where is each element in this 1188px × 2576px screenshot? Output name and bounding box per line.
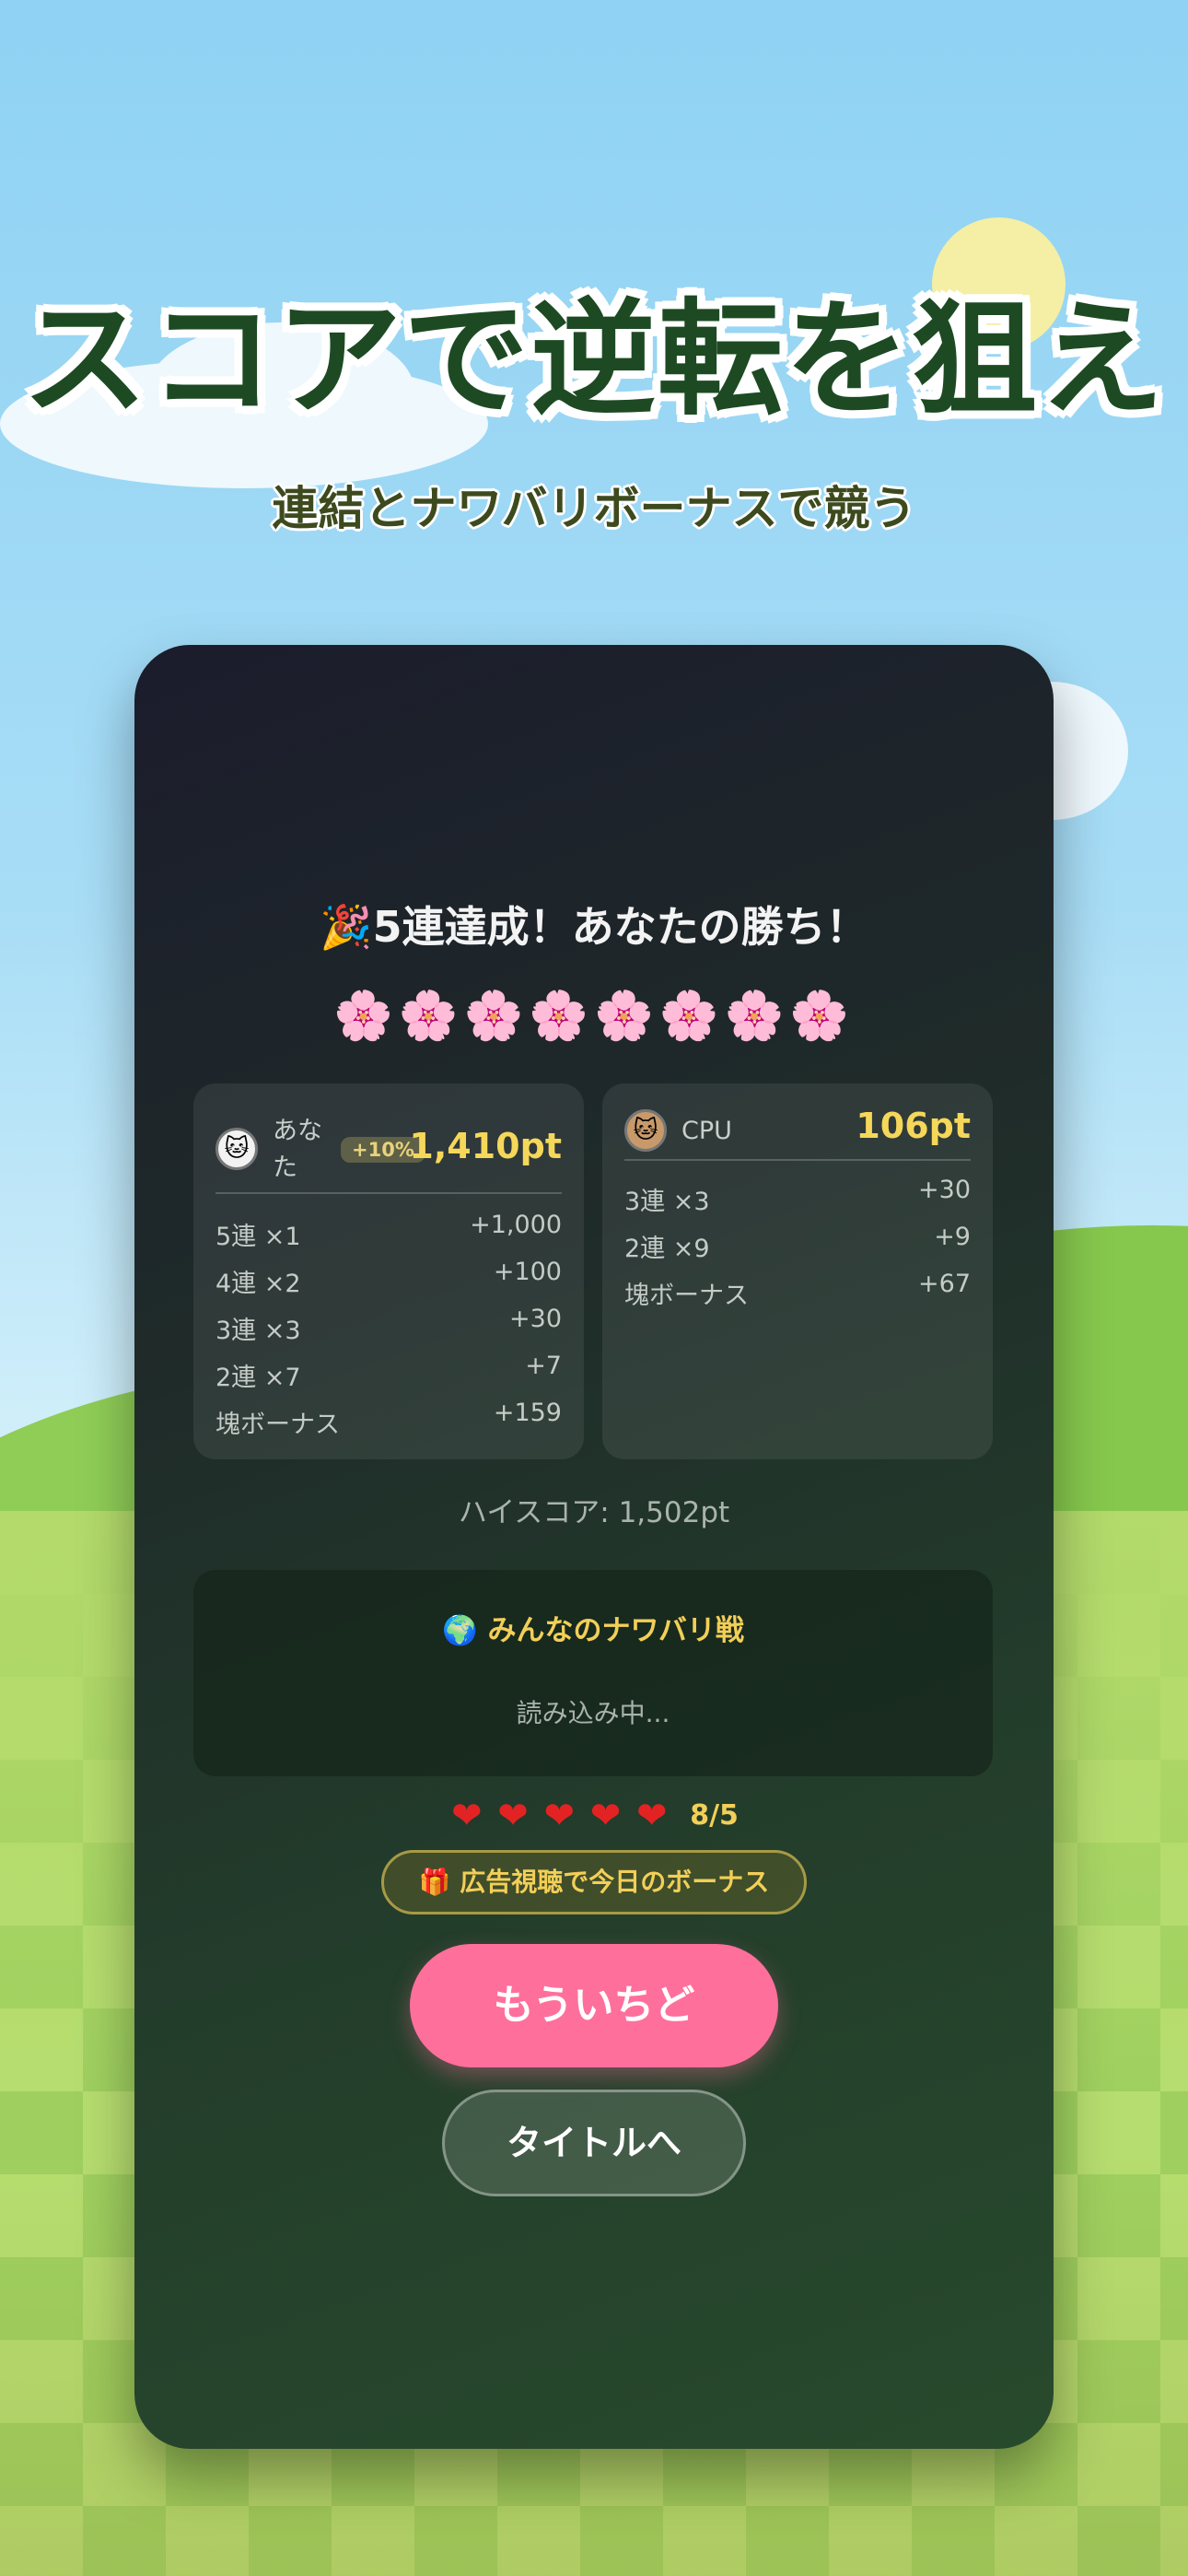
score-row-label: 4連 ×2 — [215, 1270, 301, 1298]
player-score-breakdown: 5連 ×1 +1,000 4連 ×2 +100 3連 ×3 +30 2連 ×7 … — [215, 1211, 562, 1446]
heart-icon: ❤ — [451, 1795, 483, 1837]
score-row-label: 3連 ×3 — [624, 1188, 710, 1216]
score-row-value: +100 — [493, 1258, 562, 1286]
heart-icon: ❤ — [635, 1795, 668, 1837]
heart-icon: ❤ — [589, 1795, 622, 1837]
retry-button[interactable]: もういちど — [410, 1944, 778, 2067]
heart-icon: ❤ — [543, 1795, 576, 1837]
score-row-label: 2連 ×7 — [215, 1364, 301, 1392]
score-row-value: +9 — [934, 1223, 971, 1251]
score-row-label: 塊ボーナス — [215, 1411, 340, 1439]
player-name: あなた — [273, 1117, 322, 1182]
flower-row: 🌸🌸🌸🌸🌸🌸🌸🌸 — [333, 989, 855, 1044]
promo-subheadline: 連結とナワバリボーナスで競う — [272, 482, 916, 535]
score-row: 塊ボーナス +67 — [624, 1270, 971, 1317]
score-row-value: +1,000 — [470, 1211, 562, 1239]
score-row: 4連 ×2 +100 — [215, 1258, 562, 1305]
score-row-value: +30 — [918, 1176, 971, 1204]
score-row-label: 3連 ×3 — [215, 1317, 301, 1345]
cpu-score-breakdown: 3連 ×3 +30 2連 ×9 +9 塊ボーナス +67 — [624, 1176, 971, 1317]
cat-face-icon: 🐱 — [633, 1117, 658, 1144]
player-avatar: 🐱 — [215, 1128, 258, 1170]
score-row-value: +30 — [509, 1305, 562, 1333]
score-row: 2連 ×9 +9 — [624, 1223, 971, 1270]
cat-face-icon: 🐱 — [224, 1135, 250, 1163]
score-row: 3連 ×3 +30 — [624, 1176, 971, 1223]
cpu-avatar: 🐱 — [624, 1109, 667, 1152]
score-row: 3連 ×3 +30 — [215, 1305, 562, 1352]
score-row: 5連 ×1 +1,000 — [215, 1211, 562, 1258]
score-row-value: +7 — [525, 1352, 562, 1380]
cpu-name: CPU — [681, 1117, 732, 1145]
lives-count: 8/5 — [690, 1799, 739, 1832]
score-row: 塊ボーナス +159 — [215, 1399, 562, 1446]
score-row: 2連 ×7 +7 — [215, 1352, 562, 1399]
cpu-total-score: 106pt — [856, 1106, 971, 1146]
score-row-value: +67 — [918, 1270, 971, 1298]
score-row-label: 5連 ×1 — [215, 1223, 301, 1251]
player-card-header: 🐱 あなた +10% 1,410pt — [215, 1104, 562, 1194]
lives-row: ❤ ❤ ❤ ❤ ❤ 8/5 — [134, 1795, 1054, 1837]
ad-bonus-button[interactable]: 🎁 広告視聴で今日のボーナス — [381, 1850, 807, 1914]
promo-headline: スコアで逆転を狙え — [22, 287, 1166, 433]
score-row-label: 塊ボーナス — [624, 1282, 749, 1310]
result-title: 🎉5連達成！あなたの勝ち！ — [320, 902, 868, 952]
player-total-score: 1,410pt — [409, 1126, 562, 1166]
heart-icon: ❤ — [497, 1795, 529, 1837]
score-row-value: +159 — [493, 1399, 562, 1427]
cpu-score-card: 🐱 CPU 106pt 3連 ×3 +30 2連 ×9 +9 塊ボーナス +67 — [602, 1083, 993, 1459]
back-to-title-button[interactable]: タイトルへ — [442, 2090, 746, 2196]
player-score-card: 🐱 あなた +10% 1,410pt 5連 ×1 +1,000 4連 ×2 +1… — [193, 1083, 584, 1459]
score-row-label: 2連 ×9 — [624, 1235, 710, 1263]
loading-text: 読み込み中... — [516, 1698, 670, 1728]
world-panel-title: 🌍 みんなのナワバリ戦 — [442, 1614, 744, 1647]
high-score: ハイスコア: 1,502pt — [458, 1496, 730, 1529]
result-screen: 🎉5連達成！あなたの勝ち！ 🌸🌸🌸🌸🌸🌸🌸🌸 🐱 あなた +10% 1,410p… — [134, 645, 1054, 2449]
cpu-card-header: 🐱 CPU 106pt — [624, 1102, 971, 1161]
world-territory-panel: 🌍 みんなのナワバリ戦 読み込み中... — [193, 1570, 993, 1776]
